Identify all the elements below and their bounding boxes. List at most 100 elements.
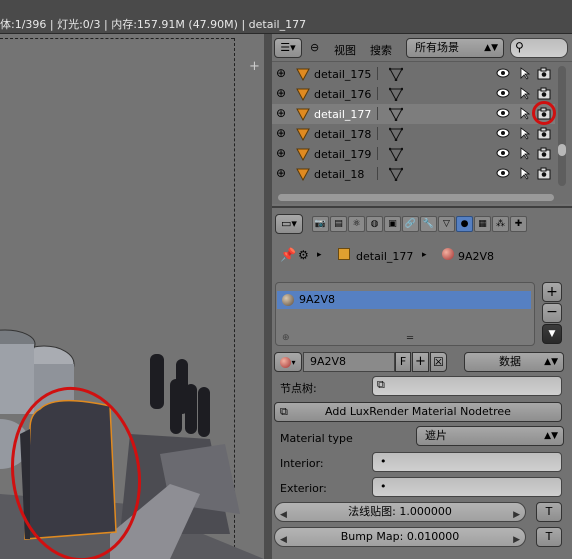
normal-map-slider[interactable]: ◀ 法线贴图: 1.000000 ▶ <box>274 502 526 522</box>
3d-viewport[interactable]: + <box>0 34 264 559</box>
outliner-row[interactable]: ⊕ detail_177 <box>272 101 556 125</box>
outliner-search-field[interactable]: ⚲ <box>510 38 568 58</box>
mesh-data-icon[interactable] <box>388 127 404 144</box>
particles-tab-icon[interactable]: ⁂ <box>492 216 509 232</box>
outliner-row[interactable]: ⊕ detail_175 <box>272 64 555 84</box>
outliner-row[interactable]: ⊕ detail_18 <box>272 164 555 184</box>
outliner-vertical-scrollbar[interactable] <box>558 66 566 186</box>
material-slot-list[interactable]: 9A2V8 ═ ⊕ <box>275 282 535 346</box>
scene-filter-value: 所有场景 <box>415 41 459 54</box>
scene-tab-icon[interactable]: ⚛ <box>348 216 365 232</box>
material-slot-item[interactable]: 9A2V8 <box>277 291 531 309</box>
selectability-cursor-icon[interactable] <box>519 127 531 143</box>
add-luxrender-nodetree-button[interactable]: ⧉ Add LuxRender Material Nodetree <box>274 402 562 422</box>
interior-field[interactable]: • <box>372 452 562 472</box>
fake-user-button[interactable]: F <box>395 352 411 372</box>
physics-tab-icon[interactable]: ✚ <box>510 216 527 232</box>
selectability-cursor-icon[interactable] <box>519 147 531 163</box>
pin-icon[interactable]: 📌 <box>280 248 296 263</box>
outliner-tree: ⊕ detail_175 ⊕ detail_176 ⊕ detail_177 ⊕ detail… <box>272 64 556 204</box>
render-tab-icon[interactable]: 📷 <box>312 216 329 232</box>
list-filter-icon[interactable]: ⊕ <box>282 333 290 343</box>
material-tab-icon[interactable]: ● <box>456 216 473 232</box>
view-menu[interactable]: 视图 <box>334 42 356 58</box>
object-tab-icon[interactable]: ▣ <box>384 216 401 232</box>
expand-toggle-icon[interactable]: ⊕ <box>276 66 286 80</box>
object-data-tab-icon[interactable]: ▽ <box>438 216 455 232</box>
properties-editor-type-button[interactable]: ▭▾ <box>275 214 303 234</box>
visibility-eye-icon[interactable] <box>496 87 510 102</box>
search-icon: ⚲ <box>515 40 524 54</box>
outliner-row-name[interactable]: detail_179 <box>314 148 371 161</box>
outliner-row-name[interactable]: detail_178 <box>314 128 371 141</box>
mesh-data-icon[interactable] <box>388 167 404 184</box>
render-camera-icon[interactable] <box>537 167 551 183</box>
visibility-eye-icon[interactable] <box>496 107 510 122</box>
render-camera-icon[interactable] <box>537 67 551 83</box>
outliner-horizontal-scrollbar[interactable] <box>278 194 554 201</box>
mesh-object-icon <box>296 167 310 184</box>
material-browse-button[interactable]: ▾ <box>274 352 302 372</box>
panel-divider[interactable] <box>264 34 272 559</box>
outliner-row[interactable]: ⊕ detail_176 <box>272 84 555 104</box>
render-camera-icon[interactable] <box>537 147 551 163</box>
exterior-field[interactable]: • <box>372 477 562 497</box>
collapse-menu-icon[interactable]: ⊖ <box>310 41 319 54</box>
expand-toggle-icon[interactable]: ⊕ <box>276 146 286 160</box>
normal-map-texture-button[interactable]: T <box>536 502 562 522</box>
bump-map-slider[interactable]: ◀ Bump Map: 0.010000 ▶ <box>274 527 526 547</box>
expand-toggle-icon[interactable]: ⊕ <box>276 106 286 120</box>
mesh-data-icon[interactable] <box>388 147 404 164</box>
material-specials-menu[interactable]: ▼ <box>542 324 562 344</box>
mesh-data-icon[interactable] <box>388 87 404 104</box>
search-menu[interactable]: 搜索 <box>370 42 392 58</box>
selectability-cursor-icon[interactable] <box>519 87 531 103</box>
exterior-dot-icon: • <box>380 480 387 493</box>
modifiers-tab-icon[interactable]: 🔧 <box>420 216 437 232</box>
normal-map-value: 法线贴图: 1.000000 <box>348 505 452 518</box>
decrement-arrow-icon[interactable]: ◀ <box>280 531 287 549</box>
material-name-field[interactable]: 9A2V8 <box>303 352 395 372</box>
dropdown-arrow-icon: ▲▼ <box>544 431 558 441</box>
decrement-arrow-icon[interactable]: ◀ <box>280 506 287 524</box>
texture-tab-icon[interactable]: ▦ <box>474 216 491 232</box>
selectability-cursor-icon[interactable] <box>519 167 531 183</box>
render-layers-tab-icon[interactable]: ▤ <box>330 216 347 232</box>
outliner-row-name[interactable]: detail_175 <box>314 68 371 81</box>
expand-toggle-icon[interactable]: ⊕ <box>276 86 286 100</box>
editor-type-button[interactable]: ☰▾ <box>274 38 302 58</box>
scene-filter-dropdown[interactable]: 所有场景 ▲▼ <box>406 38 504 58</box>
material-type-dropdown[interactable]: 遮片 ▲▼ <box>416 426 564 446</box>
visibility-eye-icon[interactable] <box>496 167 510 182</box>
selectability-cursor-icon[interactable] <box>519 67 531 83</box>
list-resize-handle-icon[interactable]: ═ <box>407 333 413 344</box>
mesh-data-icon[interactable] <box>388 107 404 124</box>
mesh-data-icon[interactable] <box>388 67 404 84</box>
increment-arrow-icon[interactable]: ▶ <box>513 531 520 549</box>
new-material-button[interactable]: + <box>412 352 429 372</box>
constraints-tab-icon[interactable]: 🔗 <box>402 216 419 232</box>
data-link-dropdown[interactable]: 数据 ▲▼ <box>464 352 564 372</box>
remove-material-slot-button[interactable]: − <box>542 303 562 323</box>
world-tab-icon[interactable]: ◍ <box>366 216 383 232</box>
outliner-row-name[interactable]: detail_177 <box>314 108 371 121</box>
selectability-cursor-icon[interactable] <box>519 107 531 123</box>
unlink-material-button[interactable]: ☒ <box>430 352 447 372</box>
outliner-row-name[interactable]: detail_18 <box>314 168 364 181</box>
bump-map-texture-button[interactable]: T <box>536 527 562 547</box>
add-material-slot-button[interactable]: + <box>542 282 562 302</box>
node-tree-field[interactable]: ⧉ <box>372 376 562 396</box>
render-camera-icon[interactable] <box>537 127 551 143</box>
visibility-eye-icon[interactable] <box>496 127 510 142</box>
expand-toggle-icon[interactable]: ⊕ <box>276 126 286 140</box>
increment-arrow-icon[interactable]: ▶ <box>513 506 520 524</box>
visibility-eye-icon[interactable] <box>496 147 510 162</box>
outliner-row-name[interactable]: detail_176 <box>314 88 371 101</box>
outliner-scroll-thumb[interactable] <box>558 144 566 156</box>
expand-toggle-icon[interactable]: ⊕ <box>276 166 286 180</box>
breadcrumb-material[interactable]: 9A2V8 <box>458 250 494 263</box>
outliner-row[interactable]: ⊕ detail_178 <box>272 124 555 144</box>
breadcrumb-object[interactable]: detail_177 <box>356 250 413 263</box>
outliner-row[interactable]: ⊕ detail_179 <box>272 144 555 164</box>
visibility-eye-icon[interactable] <box>496 67 510 82</box>
